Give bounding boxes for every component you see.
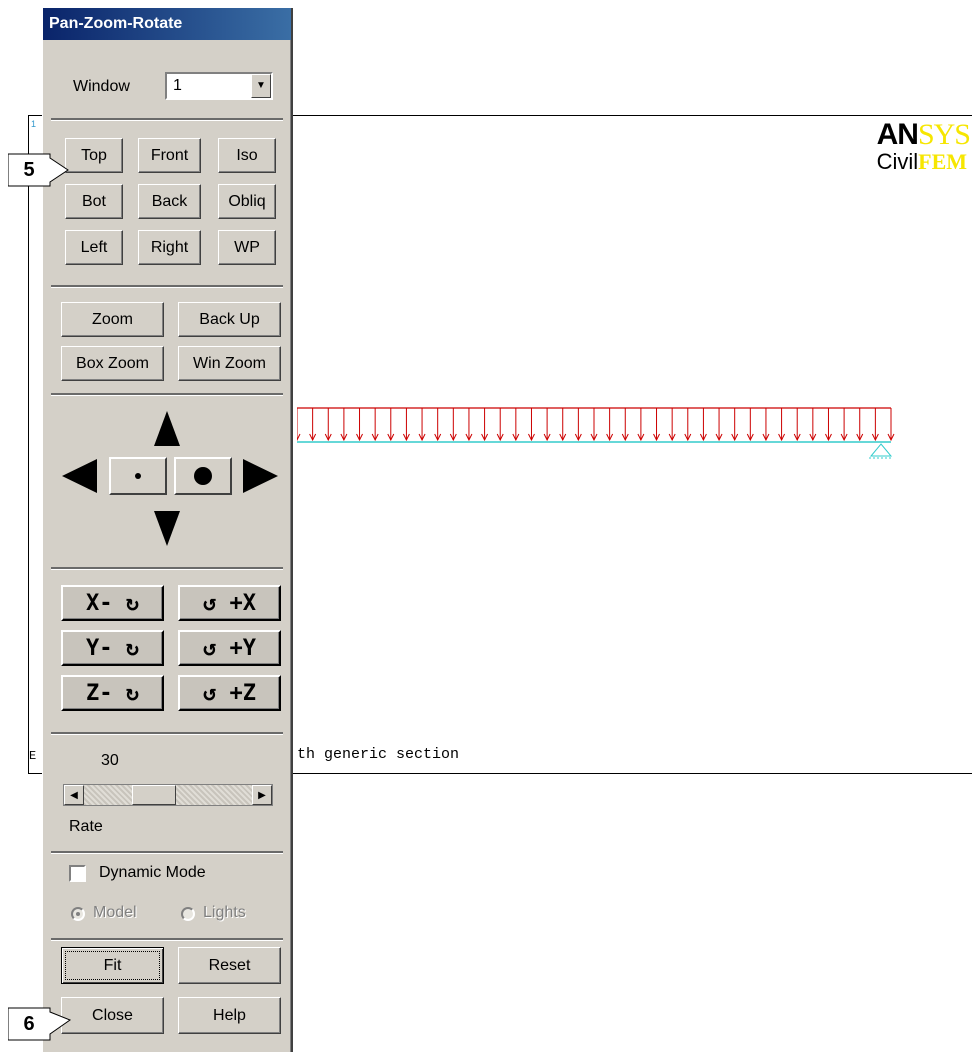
rotate-x-plus-button[interactable]: ↺ +X — [178, 585, 281, 621]
zoom-button[interactable]: Zoom — [61, 302, 164, 337]
window-number: 1 — [31, 119, 37, 129]
separator — [51, 567, 283, 570]
model-radio[interactable] — [71, 907, 85, 921]
fit-button[interactable]: Fit — [61, 947, 164, 984]
rotate-y-minus-button[interactable]: Y- ↻ — [61, 630, 164, 666]
model-label: Model — [93, 904, 137, 921]
graphics-title-prefix: E — [29, 749, 37, 763]
pan-right-icon[interactable] — [241, 456, 281, 496]
right-view-button[interactable]: Right — [138, 230, 201, 265]
left-view-button[interactable]: Left — [65, 230, 123, 265]
rotate-y-plus-button[interactable]: ↺ +Y — [178, 630, 281, 666]
scroll-right-icon[interactable]: ▶ — [252, 785, 272, 805]
help-button[interactable]: Help — [178, 997, 281, 1034]
rotate-x-minus-button[interactable]: X- ↻ — [61, 585, 164, 621]
rate-slider[interactable]: ◀ ▶ — [63, 784, 273, 806]
separator — [51, 393, 283, 396]
separator — [51, 732, 283, 735]
rate-slider-thumb[interactable] — [132, 785, 176, 805]
beam-load-diagram — [297, 407, 895, 459]
back-view-button[interactable]: Back — [138, 184, 201, 219]
dynamic-mode-label: Dynamic Mode — [99, 864, 206, 881]
lights-radio[interactable] — [181, 907, 195, 921]
back-up-button[interactable]: Back Up — [178, 302, 281, 337]
rate-value: 30 — [101, 752, 119, 769]
pan-zoom-rotate-dialog: Pan-Zoom-Rotate Window 1 ▼ Top Front Iso… — [42, 8, 293, 1052]
rotate-z-minus-button[interactable]: Z- ↻ — [61, 675, 164, 711]
win-zoom-button[interactable]: Win Zoom — [178, 346, 281, 381]
pan-up-icon[interactable] — [152, 408, 182, 448]
separator — [51, 851, 283, 854]
window-label: Window — [73, 78, 130, 95]
dialog-title: Pan-Zoom-Rotate — [43, 8, 291, 40]
dynamic-mode-checkbox[interactable] — [69, 865, 86, 882]
zoom-out-dot-icon[interactable] — [109, 457, 167, 495]
wp-view-button[interactable]: WP — [218, 230, 276, 265]
scroll-left-icon[interactable]: ◀ — [64, 785, 84, 805]
separator — [51, 285, 283, 288]
dropdown-arrow-icon[interactable]: ▼ — [251, 74, 271, 98]
pan-left-icon[interactable] — [59, 456, 99, 496]
rate-label: Rate — [69, 818, 103, 835]
rotate-z-plus-button[interactable]: ↺ +Z — [178, 675, 281, 711]
reset-button[interactable]: Reset — [178, 947, 281, 984]
box-zoom-button[interactable]: Box Zoom — [61, 346, 164, 381]
separator — [51, 938, 283, 941]
graphics-title: th generic section — [297, 746, 460, 763]
pan-down-icon[interactable] — [152, 508, 182, 550]
separator — [51, 118, 283, 121]
front-view-button[interactable]: Front — [138, 138, 201, 173]
lights-label: Lights — [203, 904, 246, 921]
zoom-in-dot-icon[interactable] — [174, 457, 232, 495]
iso-view-button[interactable]: Iso — [218, 138, 276, 173]
window-select[interactable]: 1 ▼ — [165, 72, 273, 100]
ansys-civilfem-logo: ANSYS CivilFEM — [876, 118, 971, 174]
obliq-view-button[interactable]: Obliq — [218, 184, 276, 219]
